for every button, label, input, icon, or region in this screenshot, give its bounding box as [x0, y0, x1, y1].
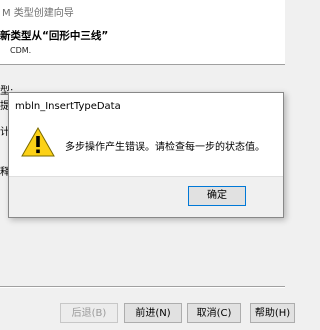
- dialog-footer: 确定: [9, 176, 283, 217]
- back-button[interactable]: 后退(B): [60, 303, 118, 323]
- footer-divider: [0, 286, 285, 288]
- error-dialog: mbln_InsertTypeData 多步操作产生错误。请检查每一步的状态值。…: [8, 92, 284, 218]
- window-title: M 类型创建向导: [2, 8, 74, 19]
- wizard-step-subtitle: CDM.: [10, 46, 32, 55]
- wizard-title-bar: M 类型创建向导: [0, 0, 285, 23]
- cancel-button[interactable]: 取消(C): [187, 303, 241, 323]
- ok-button[interactable]: 确定: [188, 186, 246, 206]
- next-button[interactable]: 前进(N): [124, 303, 182, 323]
- help-button[interactable]: 帮助(H): [250, 303, 295, 323]
- warning-icon: [21, 126, 55, 157]
- wizard-step-title: 新类型从“回形中三线”: [0, 30, 109, 42]
- wizard-header: 新类型从“回形中三线” CDM.: [0, 22, 285, 65]
- dialog-title: mbln_InsertTypeData: [15, 101, 121, 112]
- dialog-message: 多步操作产生错误。请检查每一步的状态值。: [65, 142, 265, 153]
